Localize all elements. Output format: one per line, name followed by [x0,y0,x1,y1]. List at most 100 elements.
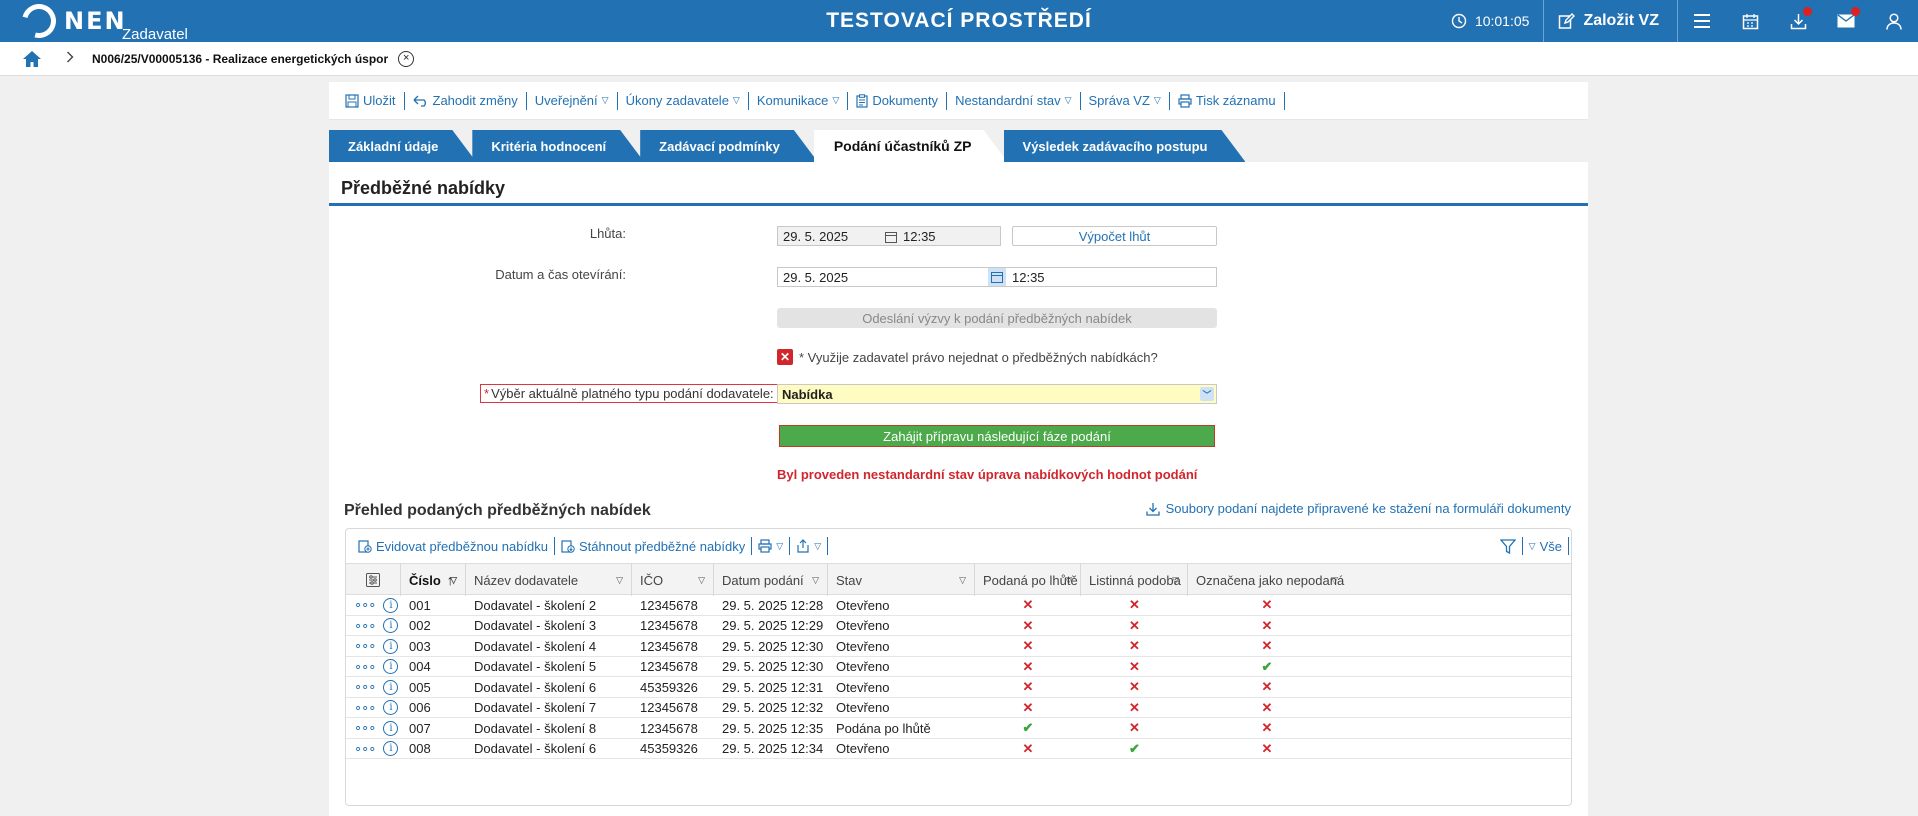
column-filter-icon[interactable]: ▽ [812,575,819,586]
tab-basic-info[interactable]: Základní údaje [329,130,476,162]
table-row[interactable]: ∘∘∘ i 005 Dodavatel - školení 6 45359326 29. … [346,677,1571,698]
table-row[interactable]: ∘∘∘ i 008 Dodavatel - školení 6 45359326 29. … [346,739,1571,760]
info-icon[interactable]: i [383,659,399,675]
calculate-deadlines-button[interactable]: Výpočet lhůt [1012,226,1217,246]
cell-cislo: 008 [409,741,431,757]
column-filter-icon[interactable]: ▽ [698,575,705,586]
column-filter-icon[interactable]: ▽ [450,575,457,586]
info-icon[interactable]: i [383,720,399,736]
column-settings-button[interactable] [346,564,401,596]
info-icon[interactable]: i [383,597,399,613]
downloads-button[interactable] [1774,0,1822,42]
cross-icon: ✕ [1261,597,1273,613]
more-icon[interactable]: ∘∘∘ [354,720,376,736]
cross-icon: ✕ [1022,740,1034,756]
opening-field[interactable]: 29. 5. 2025 12:35 [777,267,1217,287]
nonstandard-state-label: Nestandardní stav [955,93,1061,108]
menu-button[interactable] [1678,0,1726,42]
deadline-field[interactable]: 29. 5. 2025 12:35 [777,226,1001,246]
table-header: Číslo ↑ ▽ Název dodavatele ▽ IČO ▽ Datum… [346,563,1571,596]
breadcrumb-current[interactable]: N006/25/V00005136 - Realizace energetick… [92,52,388,66]
print-menu[interactable]: ▽ [752,537,791,555]
table-row[interactable]: ∘∘∘ i 007 Dodavatel - školení 8 12345678 29. … [346,718,1571,739]
download-files-link[interactable]: Soubory podaní najdete připravené ke sta… [1145,501,1571,516]
tab-participant-submissions[interactable]: Podání účastníků ZP [814,130,1008,162]
column-filter-icon[interactable]: ▽ [1172,575,1179,586]
row-actions: ∘∘∘ i [346,718,401,739]
column-title: Označena jako nepodaná [1196,572,1345,588]
vz-management-label: Správa VZ [1088,93,1150,108]
messages-button[interactable] [1822,0,1870,42]
contracting-acts-menu[interactable]: Úkony zadavatele ▽ [618,91,749,110]
filter-button[interactable] [1494,537,1523,555]
settings-sliders-icon [366,573,380,587]
cross-icon: ✕ [1022,638,1034,654]
column-filter-icon[interactable]: ▽ [1331,575,1338,586]
user-button[interactable] [1870,0,1918,42]
download-offers-button[interactable]: Stáhnout předběžné nabídky [555,537,753,555]
home-icon[interactable] [22,49,42,69]
documents-button[interactable]: Dokumenty [848,91,948,110]
column-header-stav[interactable]: Stav ▽ [828,564,975,596]
table-row[interactable]: ∘∘∘ i 002 Dodavatel - školení 3 12345678 29. … [346,616,1571,636]
close-icon[interactable]: × [398,50,415,67]
vz-management-menu[interactable]: Správa VZ ▽ [1081,91,1170,110]
calendar-button[interactable] [1726,0,1774,42]
table-row[interactable]: ∘∘∘ i 006 Dodavatel - školení 7 12345678 29. … [346,698,1571,718]
filter-all-select[interactable]: ▽ Vše [1523,537,1569,555]
info-icon[interactable]: i [383,618,399,634]
more-icon[interactable]: ∘∘∘ [354,597,376,613]
cell-stav: Otevřeno [836,679,890,695]
info-icon[interactable]: i [383,638,399,654]
calendar-icon[interactable] [885,231,897,243]
column-header-po-lhute[interactable]: Podaná po lhůtě ▽ [975,564,1081,596]
cell-listinna: ✕ [1081,677,1188,698]
publish-menu[interactable]: Uveřejnění ▽ [527,91,618,110]
nonstandard-state-menu[interactable]: Nestandardní stav ▽ [947,91,1081,110]
column-filter-icon[interactable]: ▽ [959,575,966,586]
print-record-button[interactable]: Tisk záznamu [1170,91,1285,110]
info-icon[interactable]: i [383,700,399,716]
table-row[interactable]: ∘∘∘ i 001 Dodavatel - školení 2 12345678 29. … [346,595,1571,616]
tab-evaluation-criteria[interactable]: Kritéria hodnocení [472,130,644,162]
column-header-cislo[interactable]: Číslo ↑ ▽ [401,564,466,596]
submission-type-select[interactable]: Nabídka ﹀ [777,384,1217,404]
caret-down-icon: ▽ [814,540,822,551]
close-icon[interactable]: ✕ [777,349,793,365]
cell-nazev: Dodavatel - školení 7 [474,700,597,716]
more-icon[interactable]: ∘∘∘ [354,741,376,757]
info-icon[interactable]: i [383,741,399,757]
more-icon[interactable]: ∘∘∘ [354,659,376,675]
column-filter-icon[interactable]: ▽ [616,575,623,586]
new-vz-button[interactable]: Založit VZ [1544,0,1678,42]
send-invitation-button[interactable]: Odeslání výzvy k podání předběžných nabí… [777,308,1217,328]
more-icon[interactable]: ∘∘∘ [354,618,376,634]
cell-ico: 12345678 [640,618,698,634]
column-header-nazev[interactable]: Název dodavatele ▽ [466,564,632,596]
nen-logo[interactable]: NEN [15,0,127,45]
column-header-listinna[interactable]: Listinná podoba ▽ [1081,564,1188,596]
cell-po_lhute: ✕ [975,739,1081,760]
tab-tender-conditions[interactable]: Zadávací podmínky [640,130,818,162]
cell-stav: Otevřeno [836,700,890,716]
calendar-picker[interactable] [988,268,1006,286]
column-filter-icon[interactable]: ▽ [1065,575,1072,586]
table-row[interactable]: ∘∘∘ i 004 Dodavatel - školení 5 12345678 29. … [346,657,1571,677]
tab-procurement-result[interactable]: Výsledek zadávacího postupu [1004,130,1246,162]
more-icon[interactable]: ∘∘∘ [354,700,376,716]
communication-menu[interactable]: Komunikace ▽ [749,91,849,110]
table-row[interactable]: ∘∘∘ i 003 Dodavatel - školení 4 12345678 29. … [346,636,1571,657]
export-menu[interactable]: ▽ [790,537,829,555]
column-header-ico[interactable]: IČO ▽ [632,564,714,596]
column-header-datum[interactable]: Datum podání ▽ [714,564,828,596]
caret-down-icon: ▽ [832,95,840,105]
discard-changes-button[interactable]: Zahodit změny [405,91,527,110]
more-icon[interactable]: ∘∘∘ [354,679,376,695]
info-icon[interactable]: i [383,679,399,695]
more-icon[interactable]: ∘∘∘ [354,638,376,654]
column-header-nepodana[interactable]: Označena jako nepodaná ▽ [1188,564,1346,596]
register-offer-button[interactable]: Evidovat předběžnou nabídku [352,537,556,555]
clipboard-icon [856,93,868,108]
start-next-phase-button[interactable]: Zahájit přípravu následující fáze podání [779,425,1215,447]
save-button[interactable]: Uložit [337,91,405,110]
